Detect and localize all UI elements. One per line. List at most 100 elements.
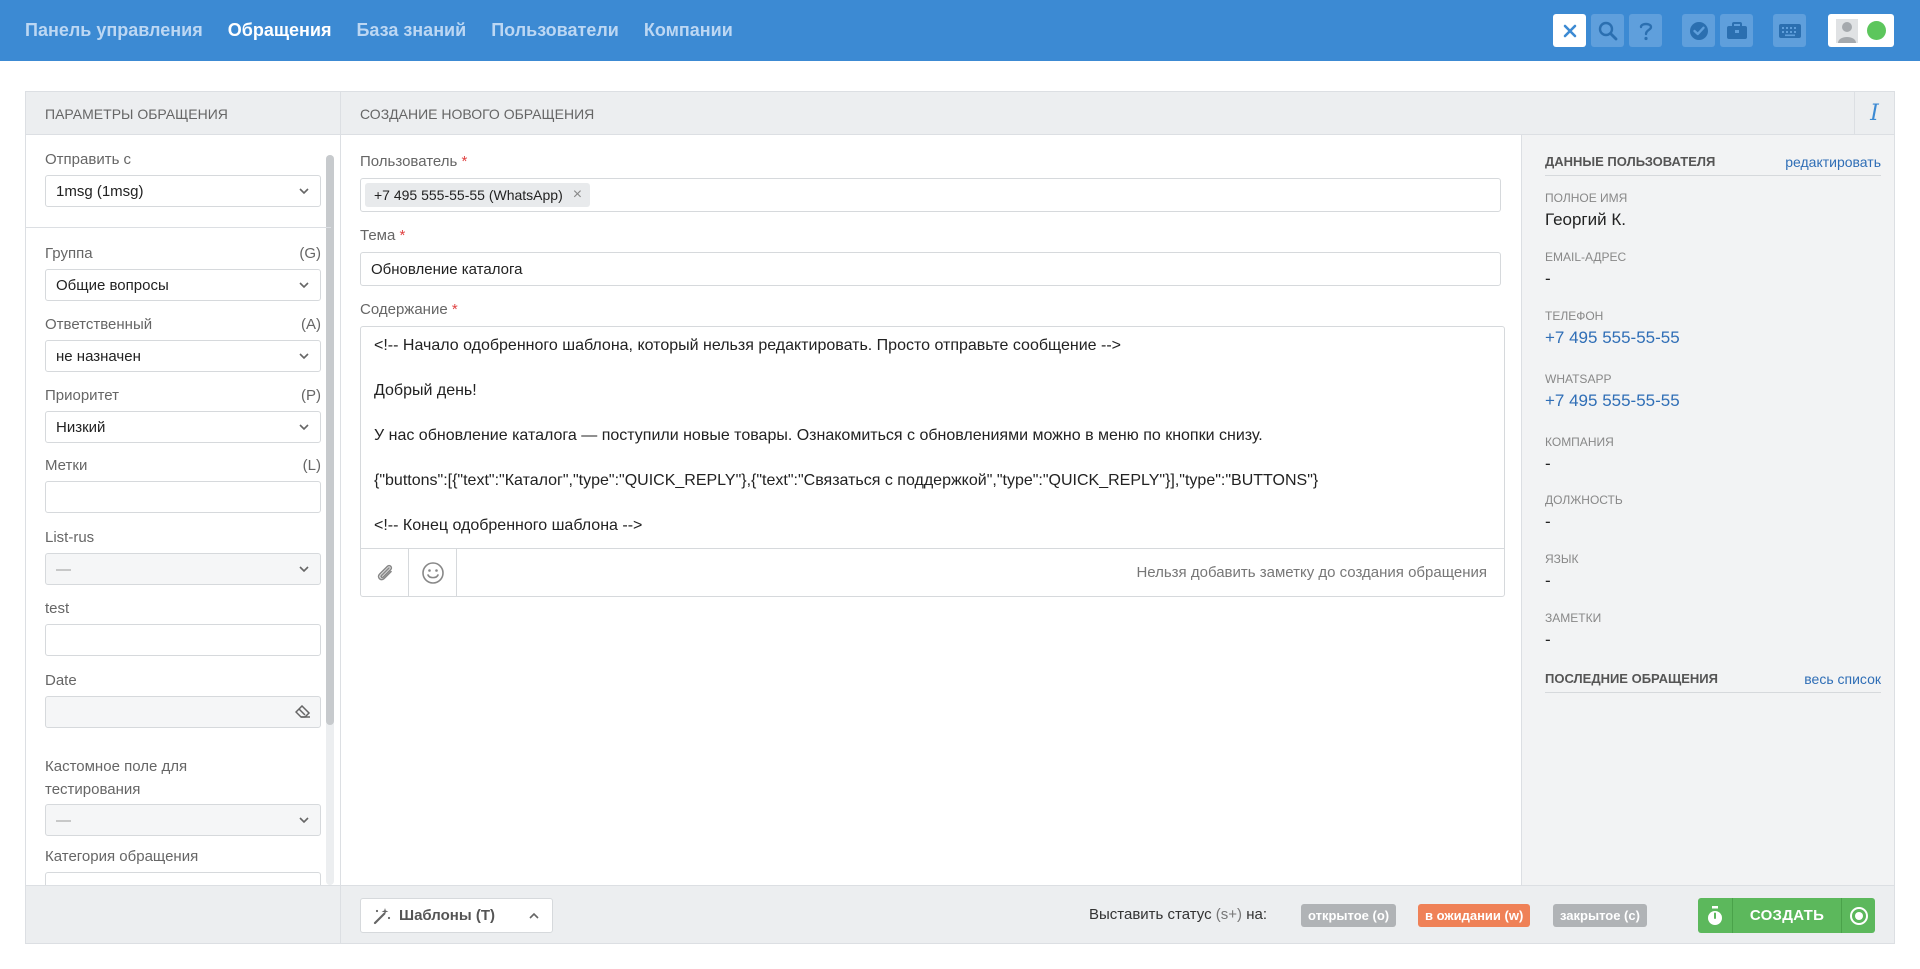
user-menu[interactable]	[1828, 14, 1894, 47]
create-button[interactable]: Создать	[1733, 898, 1841, 933]
test-label: test	[45, 600, 70, 617]
whatsapp-link[interactable]: +7 495 555-55-55	[1545, 391, 1881, 411]
tags-hotkey: (L)	[302, 457, 321, 474]
user-token: +7 495 555-55-55 (WhatsApp) ×	[365, 183, 591, 207]
content-textarea[interactable]: <!-- Начало одобренного шаблона, который…	[361, 327, 1504, 548]
emoji-button[interactable]	[409, 549, 457, 597]
chevron-down-icon	[299, 817, 309, 824]
content-line: Добрый день!	[374, 382, 477, 399]
chevron-down-icon	[299, 353, 309, 360]
tags-label: Метки	[45, 457, 88, 474]
phone-link[interactable]: +7 495 555-55-55	[1545, 328, 1881, 348]
content-line: {"buttons":[{"text":"Каталог","type":"QU…	[374, 472, 1319, 489]
tags-field: Метки (L)	[45, 457, 321, 513]
assignee-field: Ответственный (A) не назначен	[45, 316, 321, 372]
close-button[interactable]	[1553, 14, 1586, 47]
ticket-params-header: Параметры обращения	[26, 92, 341, 135]
nav-users[interactable]: Пользователи	[491, 20, 619, 41]
attach-button[interactable]	[361, 549, 409, 597]
send-from-value: 1msg (1msg)	[56, 183, 144, 200]
list-rus-value: —	[56, 561, 71, 578]
user-fullname: Полное имя Георгий К.	[1545, 191, 1628, 229]
verified-button[interactable]	[1682, 14, 1715, 47]
priority-select[interactable]: Низкий	[45, 411, 321, 443]
content-label: Содержание *	[360, 301, 458, 318]
category-select[interactable]	[45, 872, 321, 885]
close-icon	[1563, 24, 1576, 37]
nav-dashboard[interactable]: Панель управления	[25, 20, 203, 41]
remove-token-icon[interactable]: ×	[573, 186, 582, 204]
chevron-down-icon	[299, 424, 309, 431]
ticket-create-panel: Параметры обращения Создание нового обра…	[25, 91, 1895, 944]
sidebar-divider	[26, 227, 331, 228]
send-from-field: Отправить с 1msg (1msg)	[45, 151, 321, 207]
user-data-panel: Данные пользователя редактировать Полное…	[1521, 135, 1894, 885]
assignee-label: Ответственный	[45, 316, 153, 333]
content-editor: <!-- Начало одобренного шаблона, который…	[360, 326, 1505, 597]
group-label: Группа	[45, 245, 93, 262]
chevron-up-icon	[529, 912, 539, 919]
new-ticket-title: Создание нового обращения	[360, 106, 595, 122]
status-closed-button[interactable]: закрытое (c)	[1553, 904, 1647, 927]
briefcase-button[interactable]	[1720, 14, 1753, 47]
list-rus-field: List-rus —	[45, 529, 321, 585]
user-position: Должность -	[1545, 493, 1623, 531]
chevron-down-icon	[299, 188, 309, 195]
required-mark: *	[399, 227, 406, 244]
status-open-button[interactable]: открытое (o)	[1301, 904, 1397, 927]
nav-companies[interactable]: Компании	[644, 20, 733, 41]
date-input[interactable]	[45, 696, 321, 728]
nav-knowledge-base[interactable]: База знаний	[356, 20, 466, 41]
group-field: Группа (G) Общие вопросы	[45, 245, 321, 301]
user-label: Пользователь *	[360, 153, 468, 170]
keyboard-button[interactable]	[1773, 14, 1806, 47]
send-from-label: Отправить с	[45, 151, 132, 168]
user-whatsapp: WhatsApp +7 495 555-55-55	[1545, 372, 1881, 411]
custom-field-select[interactable]: —	[45, 804, 321, 836]
assignee-select[interactable]: не назначен	[45, 340, 321, 372]
subject-input[interactable]: Обновление каталога	[360, 252, 1501, 286]
custom-field-label: Кастомное поле для тестирования	[45, 758, 188, 798]
recent-tickets-header: Последние обращения весь список	[1545, 671, 1881, 693]
subject-label: Тема *	[360, 227, 406, 244]
priority-value: Низкий	[56, 419, 106, 436]
user-email: Email-адрес -	[1545, 250, 1627, 288]
top-navigation-bar: Панель управления Обращения База знаний …	[0, 0, 1920, 61]
all-tickets-link[interactable]: весь список	[1804, 671, 1881, 692]
editor-toolbar: Нельзя добавить заметку до создания обра…	[361, 548, 1504, 597]
nav-tickets[interactable]: Обращения	[228, 20, 332, 41]
eraser-icon[interactable]	[295, 705, 311, 719]
create-timer-button[interactable]	[1698, 898, 1732, 933]
content-line: <!-- Начало одобренного шаблона, который…	[374, 337, 1122, 354]
search-button[interactable]	[1591, 14, 1624, 47]
group-value: Общие вопросы	[56, 277, 169, 294]
tags-input[interactable]	[45, 481, 321, 513]
status-pending-button[interactable]: в ожидании (w)	[1418, 904, 1531, 927]
set-status-label: Выставить статус (s+) на:	[1089, 906, 1268, 923]
send-from-select[interactable]: 1msg (1msg)	[45, 175, 321, 207]
user-notes: Заметки -	[1545, 611, 1602, 649]
help-button[interactable]	[1629, 14, 1662, 47]
category-label: Категория обращения	[45, 848, 199, 865]
priority-label: Приоритет	[45, 387, 119, 404]
templates-label: Шаблоны (T)	[399, 907, 495, 924]
test-input[interactable]	[45, 624, 321, 656]
chevron-down-icon	[299, 566, 309, 573]
edit-user-link[interactable]: редактировать	[1785, 154, 1881, 175]
magic-wand-icon	[373, 907, 391, 924]
online-status-dot	[1867, 21, 1886, 40]
date-label: Date	[45, 672, 77, 689]
create-options-button[interactable]	[1842, 898, 1875, 933]
content-line: <!-- Конец одобренного шаблона -->	[374, 517, 643, 534]
user-language: Язык -	[1545, 552, 1579, 590]
create-label: Создать	[1749, 907, 1825, 924]
list-rus-select[interactable]: —	[45, 553, 321, 585]
info-button[interactable]: i	[1854, 92, 1894, 134]
sidebar-scrollbar[interactable]	[326, 155, 334, 725]
templates-button[interactable]: Шаблоны (T)	[360, 898, 553, 933]
create-button-group: Создать	[1698, 898, 1875, 933]
paperclip-icon	[377, 564, 392, 581]
user-input[interactable]: +7 495 555-55-55 (WhatsApp) ×	[360, 178, 1501, 212]
group-select[interactable]: Общие вопросы	[45, 269, 321, 301]
info-icon: i	[1870, 100, 1879, 126]
